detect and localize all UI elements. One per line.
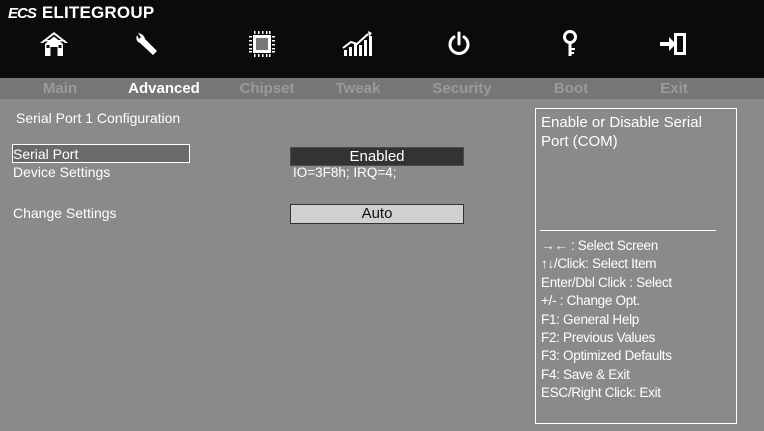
brand-logo: ECS (8, 4, 37, 22)
tab-chipset[interactable]: Chipset (224, 79, 310, 98)
tab-bar: Main Advanced Chipset Tweak Security Boo… (0, 78, 764, 99)
key-hint: F2: Previous Values (541, 330, 656, 346)
tab-tweak[interactable]: Tweak (318, 79, 398, 98)
change-settings-label[interactable]: Change Settings (13, 205, 117, 221)
key-hint: F1: General Help (541, 311, 639, 327)
header-bar: ECS ELITEGROUP (0, 0, 764, 78)
power-icon[interactable] (441, 30, 477, 58)
key-hint: ESC/Right Click: Exit (541, 385, 661, 401)
help-description: Enable or Disable Serial Port (COM) (541, 114, 702, 150)
change-settings-value[interactable]: Auto (290, 204, 464, 224)
wrench-icon[interactable] (130, 30, 166, 58)
chart-icon[interactable] (340, 30, 376, 58)
key-hint: F3: Optimized Defaults (541, 348, 672, 364)
section-title: Serial Port 1 Configuration (16, 110, 181, 126)
help-divider (540, 230, 716, 231)
chip-icon[interactable] (244, 30, 280, 58)
tab-exit[interactable]: Exit (646, 79, 702, 98)
tab-main[interactable]: Main (25, 79, 95, 98)
key-hint: Enter/Dbl Click : Select (541, 274, 672, 290)
help-panel: Enable or Disable Serial Port (COM) →← :… (535, 108, 737, 424)
key-hint: ↑↓/Click: Select Item (541, 256, 657, 272)
serial-port-label[interactable]: Serial Port (13, 146, 78, 162)
key-icon[interactable] (552, 30, 588, 58)
brand-name: ELITEGROUP (41, 3, 155, 22)
settings-panel: Serial Port 1 Configuration Serial Port … (8, 101, 528, 421)
device-settings-label: Device Settings (13, 164, 111, 180)
tab-boot[interactable]: Boot (538, 79, 604, 98)
key-legend: →← : Select Screen ↑↓/Click: Select Item… (541, 237, 733, 403)
serial-port-value[interactable]: Enabled (290, 147, 464, 166)
device-settings-value: IO=3F8h; IRQ=4; (293, 165, 397, 180)
home-icon[interactable] (36, 30, 72, 58)
key-hint: F4: Save & Exit (541, 366, 630, 382)
key-hint: →← : Select Screen (541, 238, 658, 253)
tab-security[interactable]: Security (414, 79, 510, 98)
key-hint: +/- : Change Opt. (541, 293, 640, 309)
exit-icon[interactable] (656, 30, 692, 58)
brand: ECS ELITEGROUP (8, 3, 155, 22)
tab-advanced[interactable]: Advanced (116, 79, 212, 98)
